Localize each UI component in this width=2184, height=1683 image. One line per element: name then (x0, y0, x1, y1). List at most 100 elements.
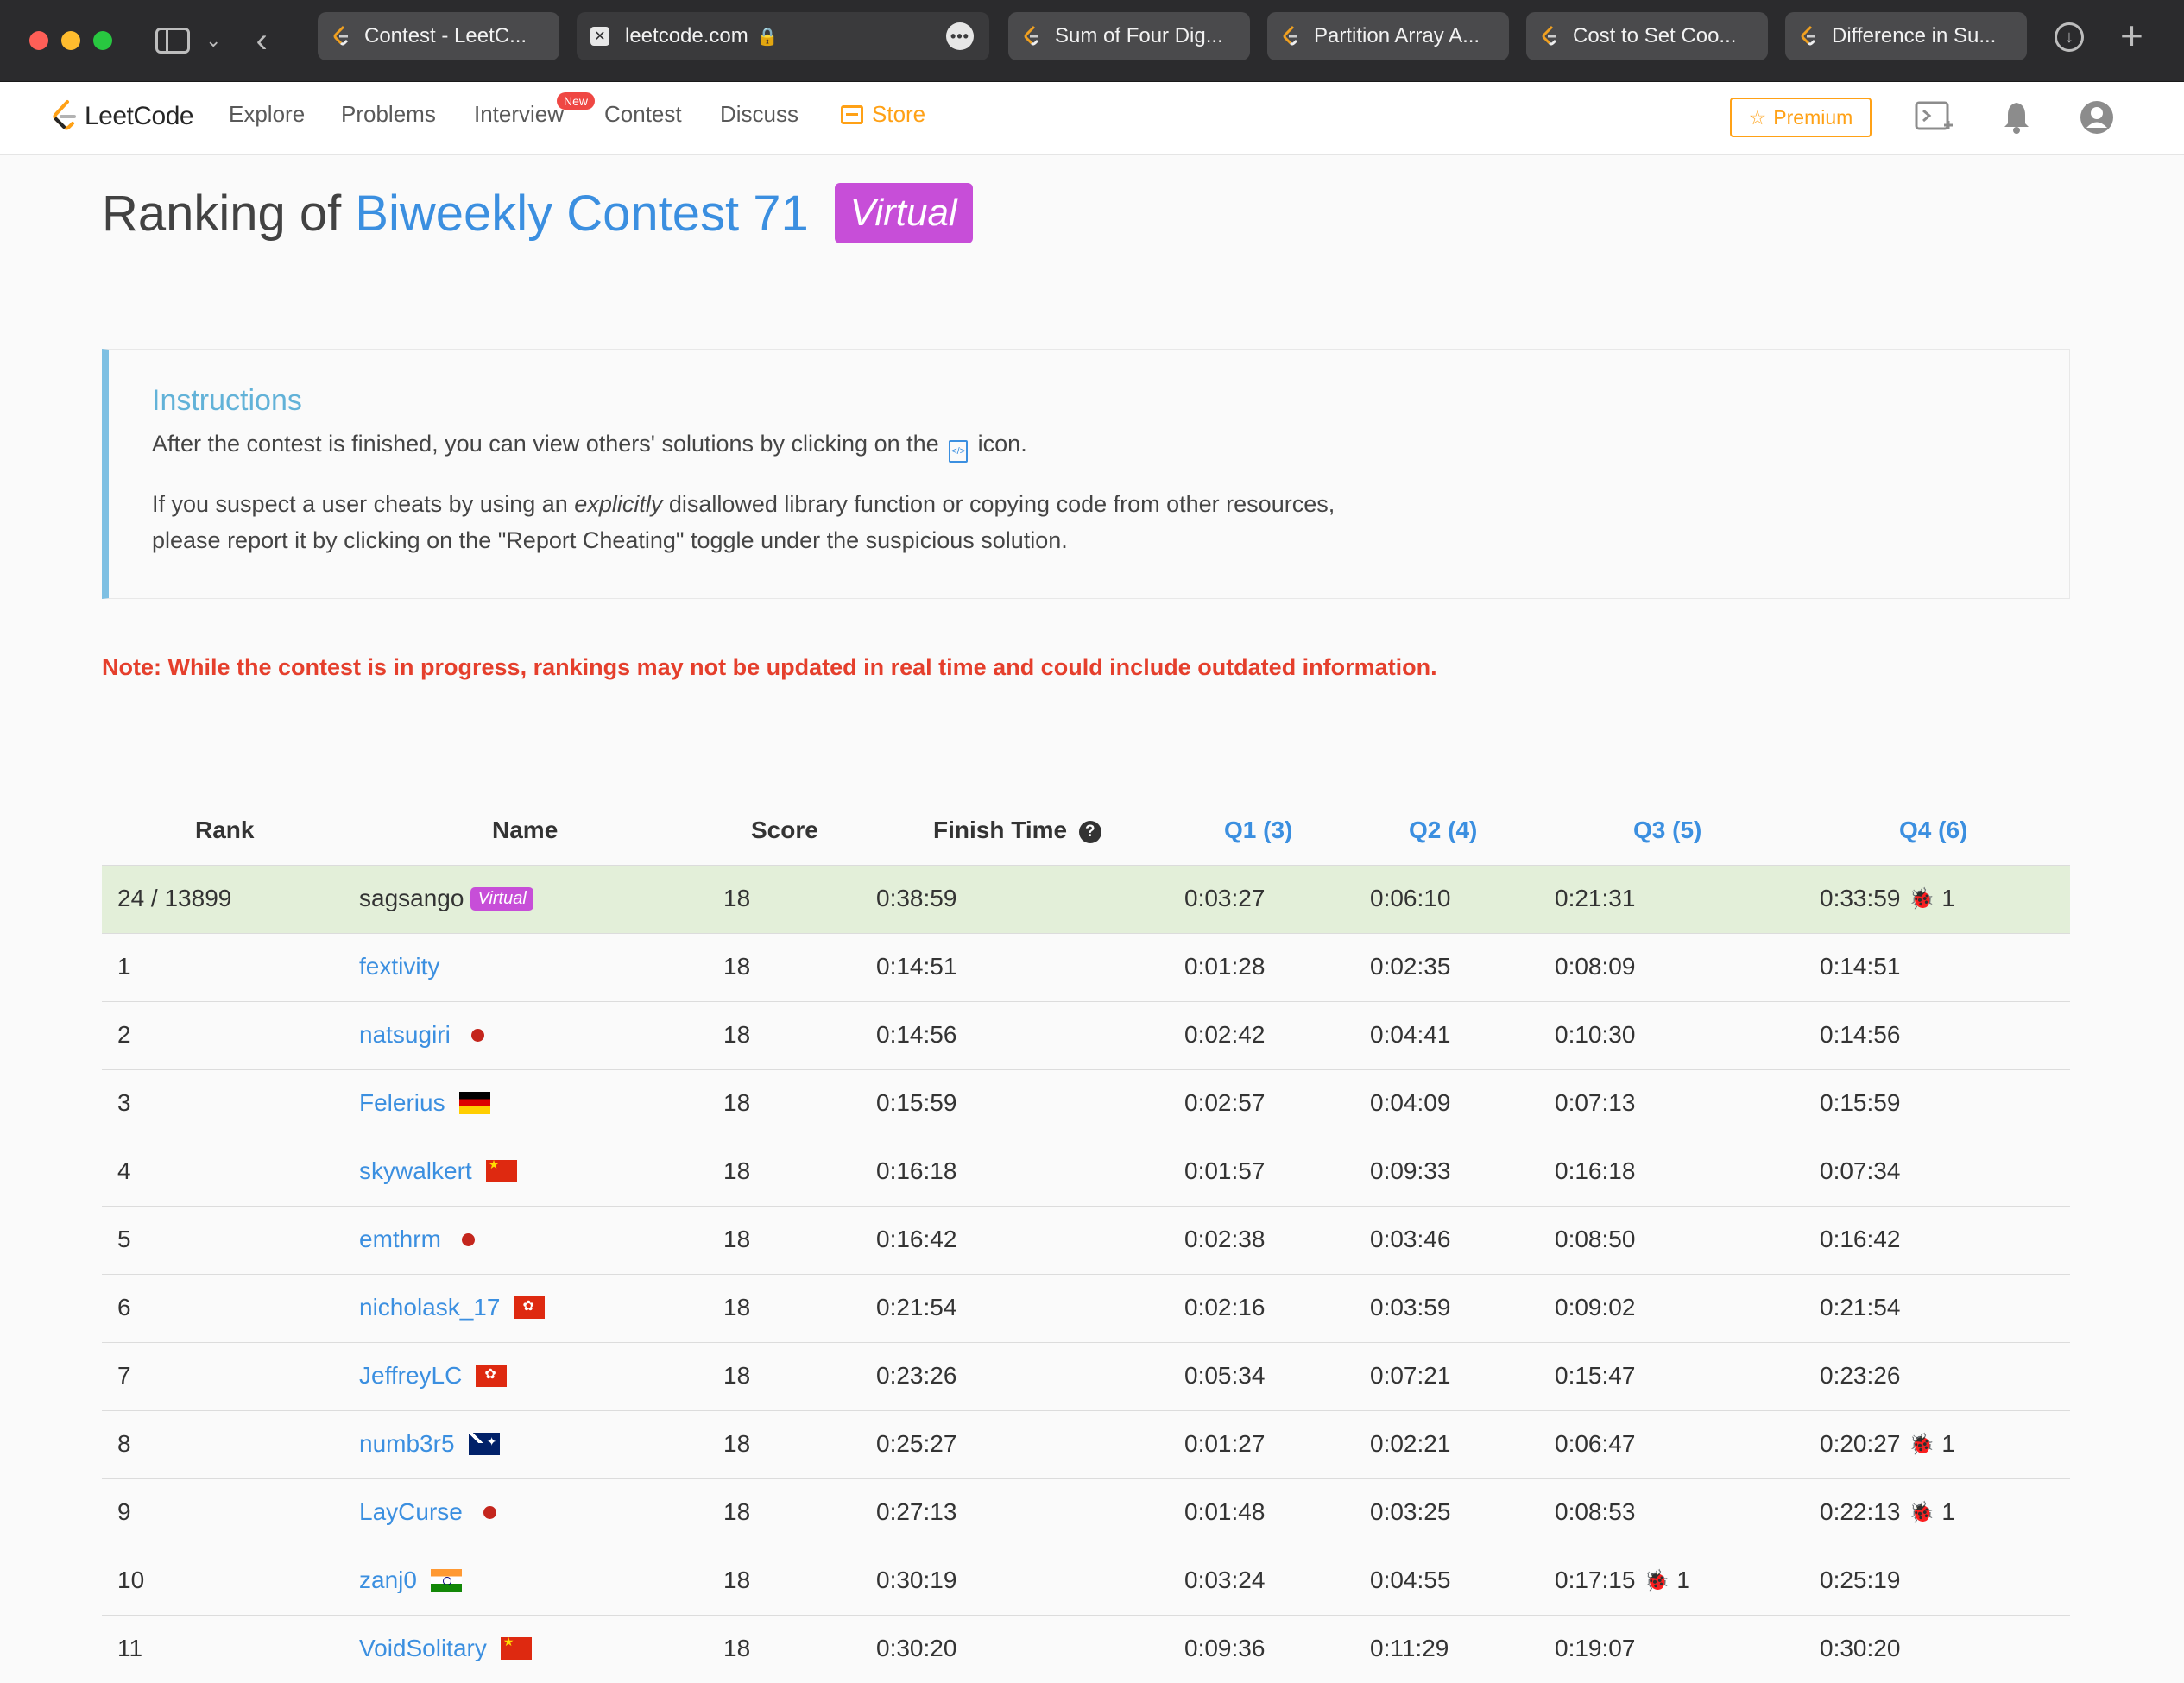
q3-time-cell: 0:17:15 🐞 1 (1555, 1566, 1690, 1594)
q3-time: 0:08:53 (1555, 1498, 1636, 1525)
user-avatar-icon[interactable] (2079, 99, 2115, 136)
leetcode-navbar: LeetCode Explore Problems Interview New … (0, 82, 2184, 155)
help-icon[interactable]: ? (1078, 821, 1101, 843)
name-cell: JeffreyLC (359, 1362, 508, 1390)
finish-time-cell: 0:16:18 (876, 1157, 957, 1184)
q1-time-cell: 0:01:27 (1184, 1430, 1266, 1457)
q1-time-cell: 0:02:38 (1184, 1226, 1266, 1252)
new-tab-icon[interactable]: + (2120, 12, 2143, 59)
username-link[interactable]: emthrm (359, 1226, 441, 1253)
table-row-current-user: 24 / 13899 sagsango Virtual 18 0:38:59 0:03:2… (102, 865, 2070, 933)
leetcode-logo[interactable]: LeetCode (50, 99, 194, 134)
q2-time-cell: 0:04:55 (1370, 1566, 1451, 1593)
leetcode-logo-icon (53, 100, 76, 130)
address-bar[interactable]: ✕ leetcode.com 🔒 ••• (577, 12, 989, 60)
name-cell: VoidSolitary (359, 1635, 532, 1662)
progress-note: Note: While the contest is in progress, … (102, 654, 1437, 680)
q3-time-cell: 0:07:13 (1555, 1089, 1635, 1117)
tab-partition-array[interactable]: Partition Array A... (1267, 12, 1509, 60)
username-link[interactable]: Felerius (359, 1089, 445, 1117)
nav-store[interactable]: Store (841, 101, 925, 128)
q2-time-cell: 0:06:10 (1370, 885, 1451, 911)
finish-time-cell: 0:38:59 (876, 885, 957, 911)
username-link[interactable]: VoidSolitary (359, 1635, 487, 1662)
more-options-icon[interactable]: ••• (946, 22, 974, 50)
rank-cell: 9 (117, 1498, 131, 1525)
country-flag-icon (476, 1365, 508, 1387)
score-cell: 18 (723, 1089, 751, 1116)
country-flag-icon (500, 1635, 532, 1660)
nav-explore[interactable]: Explore (229, 101, 305, 128)
table-row: 5 emthrm 18 0:16:42 0:02:38 0:03:46 0:08:50 0:1… (102, 1206, 2070, 1274)
q4-time: 0:16:42 (1820, 1226, 1901, 1252)
rank-cell: 10 (117, 1566, 145, 1593)
header-q1[interactable]: Q1 (3) (1224, 816, 1292, 844)
back-icon[interactable]: ‹ (256, 22, 267, 60)
username-link[interactable]: skywalkert (359, 1157, 472, 1185)
q3-time-cell: 0:06:47 (1555, 1430, 1635, 1458)
nav-contest[interactable]: Contest (604, 101, 682, 128)
wrong-submissions-count: 1 (1676, 1566, 1690, 1593)
username-link[interactable]: LayCurse (359, 1498, 463, 1526)
bell-icon[interactable] (2001, 99, 2032, 136)
q2-time-cell: 0:03:25 (1370, 1498, 1451, 1525)
premium-button[interactable]: ☆ Premium (1730, 98, 1872, 137)
rank-cell: 3 (117, 1089, 131, 1116)
leetcode-favicon-icon (333, 25, 349, 46)
header-q2[interactable]: Q2 (4) (1409, 816, 1477, 844)
finish-time-cell: 0:25:27 (876, 1430, 957, 1457)
finish-time-cell: 0:21:54 (876, 1294, 957, 1321)
instructions-panel: Instructions After the contest is finish… (102, 349, 2070, 599)
nav-problems[interactable]: Problems (341, 101, 436, 128)
username-link[interactable]: nicholask_17 (359, 1294, 500, 1321)
country-flag-icon (485, 1157, 517, 1182)
close-window-button[interactable] (29, 31, 48, 50)
nav-discuss[interactable]: Discuss (720, 101, 798, 128)
q4-time-cell: 0:15:59 (1820, 1089, 1900, 1117)
name-cell: Felerius (359, 1089, 490, 1117)
instructions-line-2: If you suspect a user cheats by using an… (152, 491, 1335, 517)
username-link[interactable]: zanj0 (359, 1566, 417, 1594)
console-icon[interactable] (1915, 99, 1954, 136)
q4-time-cell: 0:22:13 🐞 1 (1820, 1498, 1955, 1526)
q4-time-cell: 0:21:54 (1820, 1294, 1900, 1321)
q3-time-cell: 0:10:30 (1555, 1021, 1635, 1049)
q3-time-cell: 0:08:53 (1555, 1498, 1635, 1526)
username-link[interactable]: JeffreyLC (359, 1362, 462, 1390)
window-controls (29, 31, 112, 50)
nav-interview[interactable]: Interview (474, 101, 564, 128)
username-link[interactable]: fextivity (359, 953, 439, 980)
tab-contest[interactable]: Contest - LeetC... (318, 12, 559, 60)
q1-time-cell: 0:03:24 (1184, 1566, 1266, 1593)
q3-time-cell: 0:16:18 (1555, 1157, 1635, 1185)
close-tab-icon[interactable]: ✕ (590, 27, 609, 46)
q4-time-cell: 0:20:27 🐞 1 (1820, 1430, 1955, 1458)
q1-time-cell: 0:03:27 (1184, 885, 1266, 911)
username-link[interactable]: natsugiri (359, 1021, 451, 1049)
header-finish-time: Finish Time ? (933, 816, 1101, 844)
minimize-window-button[interactable] (61, 31, 80, 50)
contest-link[interactable]: Biweekly Contest 71 (355, 185, 808, 243)
username-link[interactable]: numb3r5 (359, 1430, 455, 1458)
store-icon (841, 104, 863, 124)
sidebar-toggle-icon[interactable] (155, 28, 190, 54)
tab-cost-to-set-cooking[interactable]: Cost to Set Coo... (1526, 12, 1768, 60)
header-q3[interactable]: Q3 (5) (1633, 816, 1701, 844)
tab-difference-in-sums[interactable]: Difference in Su... (1785, 12, 2027, 60)
q4-time: 0:25:19 (1820, 1566, 1901, 1593)
q1-time-cell: 0:05:34 (1184, 1362, 1266, 1389)
header-q4[interactable]: Q4 (6) (1899, 816, 1967, 844)
score-cell: 18 (723, 1498, 751, 1525)
chevron-down-icon[interactable]: ⌄ (205, 29, 221, 52)
q4-time-cell: 0:14:56 (1820, 1021, 1900, 1049)
zoom-window-button[interactable] (93, 31, 112, 50)
leetcode-favicon-icon (1024, 25, 1039, 46)
table-row: 7 JeffreyLC 18 0:23:26 0:05:34 0:07:21 0:15:47… (102, 1342, 2070, 1410)
q4-time: 0:14:56 (1820, 1021, 1901, 1048)
tab-sum-of-four-digits[interactable]: Sum of Four Dig... (1008, 12, 1250, 60)
q3-time: 0:19:07 (1555, 1635, 1636, 1661)
downloads-icon[interactable]: ↓ (2055, 22, 2084, 52)
score-cell: 18 (723, 1294, 751, 1321)
finish-time-cell: 0:30:20 (876, 1635, 957, 1661)
rank-cell: 24 / 13899 (117, 885, 232, 911)
